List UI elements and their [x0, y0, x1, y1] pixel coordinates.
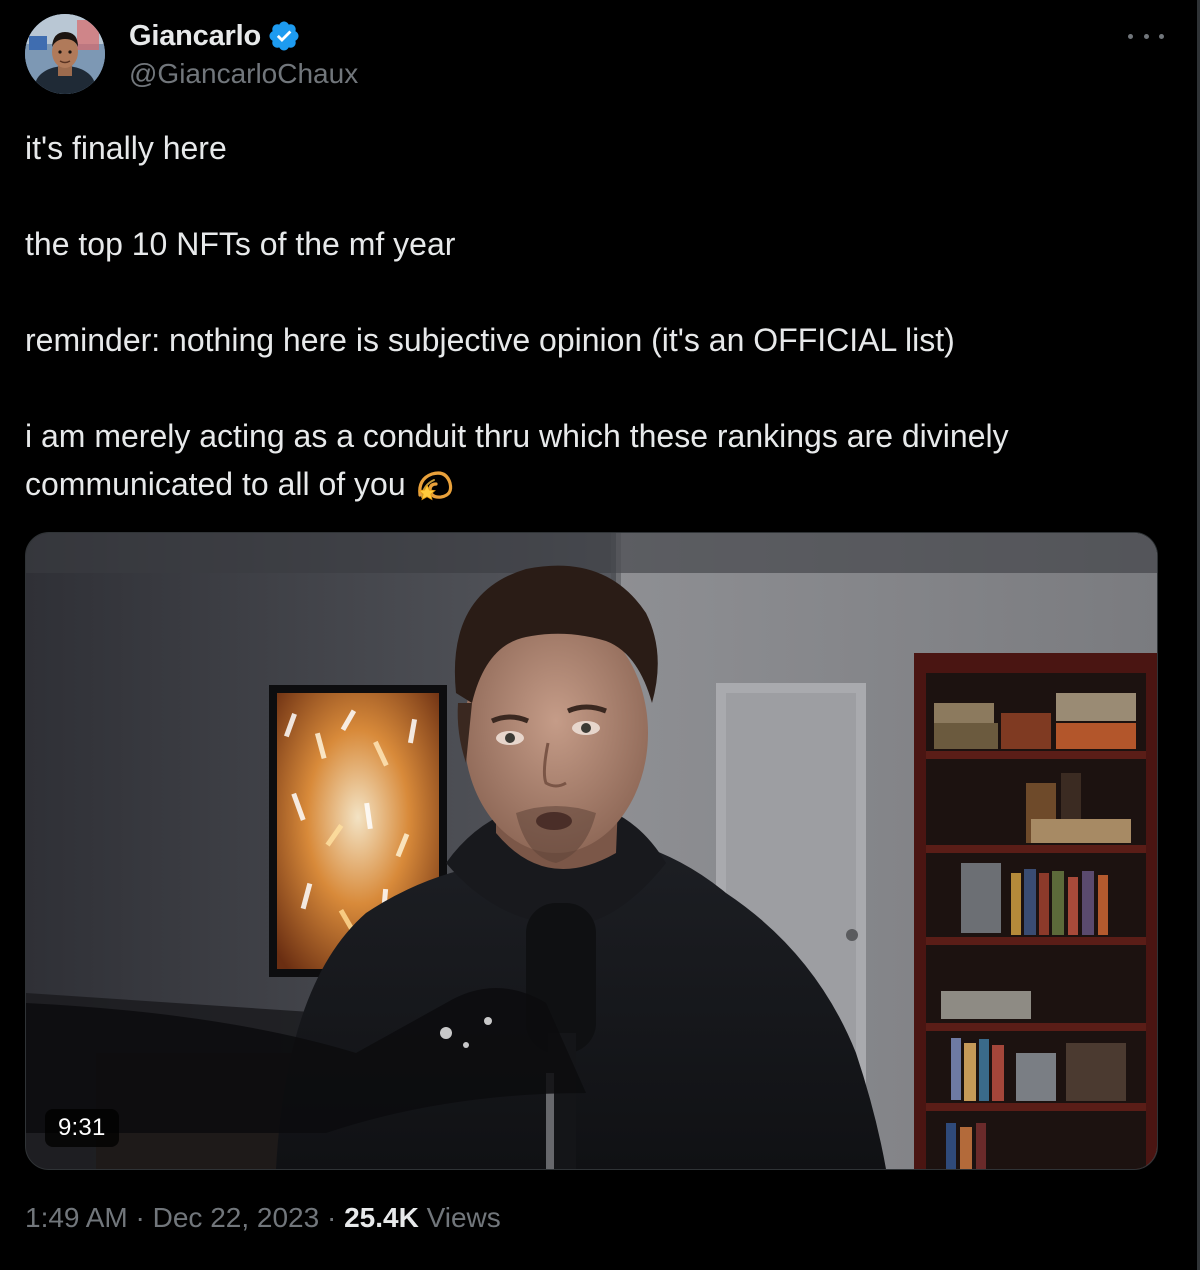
avatar-image [25, 14, 105, 94]
more-dot [1143, 33, 1149, 39]
tweet-paragraph-last: i am merely acting as a conduit thru whi… [25, 412, 1155, 508]
video-thumbnail [26, 533, 1157, 1169]
tweet-meta: 1:49 AM · Dec 22, 2023 · 25.4K Views [25, 1202, 501, 1234]
tweet-paragraph: it's finally here [25, 130, 227, 166]
video-player[interactable]: 9:31 [25, 532, 1158, 1170]
tweet-paragraph-text: i am merely acting as a conduit thru whi… [25, 418, 1009, 502]
meta-separator: · [326, 1202, 337, 1233]
dizzy-emoji-icon [414, 465, 454, 505]
tweet-text: it's finally here the top 10 NFTs of the… [25, 124, 1155, 508]
author-name-row[interactable]: Giancarlo [129, 17, 301, 55]
views-label: Views [426, 1202, 501, 1233]
more-horizontal-icon[interactable] [1128, 26, 1164, 46]
avatar[interactable] [25, 14, 105, 94]
display-name[interactable]: Giancarlo [129, 20, 261, 53]
tweet-paragraph: the top 10 NFTs of the mf year [25, 226, 456, 262]
verified-badge-icon[interactable] [267, 19, 301, 53]
video-duration-badge: 9:31 [45, 1109, 119, 1147]
tweet-time[interactable]: 1:49 AM [25, 1202, 128, 1233]
meta-separator: · [135, 1202, 145, 1233]
tweet-paragraph: reminder: nothing here is subjective opi… [25, 322, 955, 358]
more-dot [1128, 33, 1133, 39]
tweet-card: Giancarlo @GiancarloChaux it's finally h… [0, 0, 1200, 1270]
more-dot [1159, 33, 1164, 39]
tweet-date[interactable]: Dec 22, 2023 [153, 1202, 320, 1233]
author-handle[interactable]: @GiancarloChaux [129, 58, 358, 90]
views-count: 25.4K [344, 1202, 419, 1233]
